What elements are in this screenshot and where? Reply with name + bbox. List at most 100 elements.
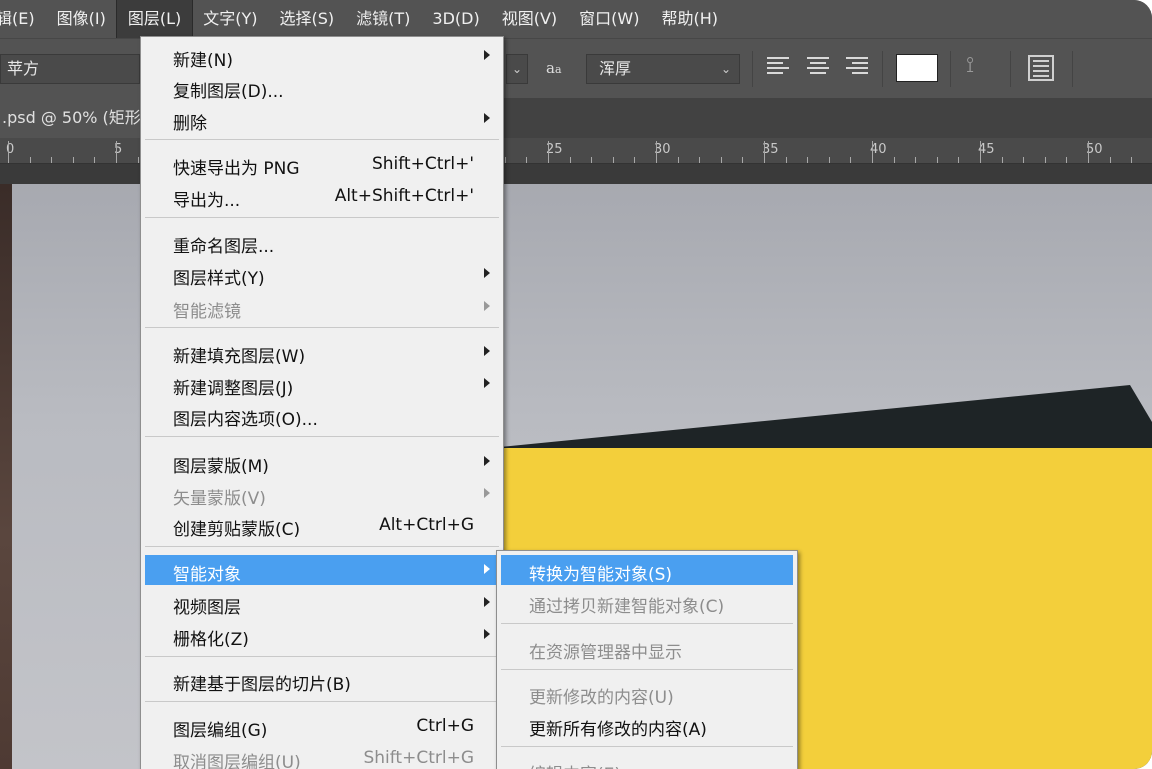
- menu-item-shortcut: Alt+Ctrl+G: [379, 515, 474, 535]
- submenu-arrow-icon: [484, 301, 490, 311]
- ruler-tick: [116, 141, 117, 163]
- menu-item-label: 智能对象: [173, 565, 241, 585]
- menu-item-group-layers[interactable]: 图层编组(G) Ctrl+G: [145, 711, 499, 741]
- divider: [1010, 51, 1011, 87]
- menu-view[interactable]: 视图(V): [491, 0, 568, 38]
- menu-item-label: 新建(N): [173, 51, 233, 71]
- menu-item-smart-object[interactable]: 智能对象: [145, 555, 499, 585]
- menu-type[interactable]: 文字(Y): [192, 0, 268, 38]
- ruler-tick: [505, 157, 506, 163]
- menu-item-label: 视频图层: [173, 598, 241, 618]
- submenu-arrow-icon: [484, 50, 490, 60]
- menu-item-update-modified-content: 更新修改的内容(U): [501, 678, 793, 708]
- menu-filter[interactable]: 滤镜(T): [345, 0, 421, 38]
- menu-item-ungroup-layers: 取消图层编组(U) Shift+Ctrl+G: [145, 743, 499, 769]
- ruler-tick: [570, 157, 571, 163]
- menu-item-rasterize[interactable]: 栅格化(Z): [145, 620, 499, 650]
- align-right-icon[interactable]: [846, 57, 870, 79]
- menu-item-new-smart-object-via-copy: 通过拷贝新建智能对象(C): [501, 587, 793, 617]
- menu-window[interactable]: 窗口(W): [568, 0, 650, 38]
- menu-3d[interactable]: 3D(D): [421, 0, 490, 38]
- menu-image[interactable]: 图像(I): [46, 0, 117, 38]
- ruler-tick: [829, 157, 830, 163]
- menu-item-rename-layer[interactable]: 重命名图层...: [145, 227, 499, 257]
- menu-separator: [501, 746, 793, 748]
- menu-item-shortcut: Shift+Ctrl+': [371, 154, 474, 174]
- ruler-tick: [656, 141, 657, 163]
- menu-item-new-adjustment-layer[interactable]: 新建调整图层(J): [145, 369, 499, 399]
- font-family-select[interactable]: 苹方: [0, 54, 140, 84]
- submenu-arrow-icon: [484, 456, 490, 466]
- menu-item-layer-mask[interactable]: 图层蒙版(M): [145, 447, 499, 477]
- menu-item-shortcut: Ctrl+G: [416, 716, 474, 736]
- align-left-icon[interactable]: [767, 57, 791, 79]
- menu-item-export-as[interactable]: 导出为... Alt+Shift+Ctrl+': [145, 181, 499, 211]
- menu-item-layer-content-options[interactable]: 图层内容选项(O)...: [145, 400, 499, 430]
- menu-separator: [145, 217, 499, 219]
- menu-item-layer-style[interactable]: 图层样式(Y): [145, 259, 499, 289]
- menu-item-video-layers[interactable]: 视频图层: [145, 588, 499, 618]
- menu-item-vector-mask: 矢量蒙版(V): [145, 479, 499, 509]
- ruler-tick: [51, 157, 52, 163]
- ruler-tick: [73, 157, 74, 163]
- menu-item-label: 更新修改的内容(U): [529, 688, 674, 708]
- menu-item-edit-contents: 编辑内容(E): [501, 755, 793, 769]
- menu-item-reveal-in-explorer: 在资源管理器中显示: [501, 633, 793, 663]
- ruler-tick: [94, 157, 95, 163]
- ruler-tick: [764, 141, 765, 163]
- menu-item-duplicate-layer[interactable]: 复制图层(D)...: [145, 72, 499, 102]
- character-panel-icon[interactable]: [1028, 55, 1054, 81]
- menu-separator: [145, 701, 499, 703]
- ruler-tick: [721, 157, 722, 163]
- ruler-tick: [8, 141, 9, 163]
- menu-item-shortcut: Shift+Ctrl+G: [363, 748, 474, 768]
- menu-item-delete[interactable]: 删除: [145, 104, 499, 134]
- menu-item-label: 导出为...: [173, 191, 241, 211]
- menu-item-label: 更新所有修改的内容(A): [529, 720, 707, 740]
- divider: [752, 51, 753, 87]
- document-tab[interactable]: .psd @ 50% (矩形: [0, 98, 150, 138]
- warp-text-icon[interactable]: ⟟: [966, 53, 974, 78]
- menu-item-update-all-modified-content[interactable]: 更新所有修改的内容(A): [501, 710, 793, 740]
- menu-item-label: 栅格化(Z): [173, 630, 249, 650]
- antialias-select[interactable]: 浑厚 ⌄: [586, 54, 740, 84]
- menu-item-convert-to-smart-object[interactable]: 转换为智能对象(S): [501, 555, 793, 585]
- menu-item-new[interactable]: 新建(N): [145, 41, 499, 71]
- menu-item-new-fill-layer[interactable]: 新建填充图层(W): [145, 337, 499, 367]
- ruler-tick: [699, 157, 700, 163]
- menu-item-smart-filter: 智能滤镜: [145, 292, 499, 322]
- menu-item-label: 图层编组(G): [173, 721, 268, 741]
- menu-edit[interactable]: 辑(E): [0, 0, 46, 38]
- menu-item-quick-export-png[interactable]: 快速导出为 PNG Shift+Ctrl+': [145, 149, 499, 179]
- antialias-glyph-small: a: [554, 63, 562, 76]
- menu-item-label: 矢量蒙版(V): [173, 489, 266, 509]
- ruler-tick: [1131, 157, 1132, 163]
- menu-item-create-clipping-mask[interactable]: 创建剪贴蒙版(C) Alt+Ctrl+G: [145, 510, 499, 540]
- menu-select[interactable]: 选择(S): [269, 0, 346, 38]
- smart-object-submenu: 转换为智能对象(S) 通过拷贝新建智能对象(C) 在资源管理器中显示 更新修改的…: [496, 550, 798, 769]
- menu-item-new-layer-based-slice[interactable]: 新建基于图层的切片(B): [145, 665, 499, 695]
- menu-separator: [145, 327, 499, 329]
- menu-bar: 辑(E) 图像(I) 图层(L) 文字(Y) 选择(S) 滤镜(T) 3D(D)…: [0, 0, 1152, 39]
- ruler-tick: [1023, 157, 1024, 163]
- menu-item-label: 新建调整图层(J): [173, 379, 294, 399]
- divider: [1072, 51, 1073, 87]
- font-size-dropdown-arrow[interactable]: ⌄: [506, 54, 528, 84]
- menu-layer[interactable]: 图层(L): [115, 0, 194, 39]
- ruler-tick: [872, 141, 873, 163]
- menu-help[interactable]: 帮助(H): [650, 0, 729, 38]
- align-center-icon[interactable]: [807, 57, 831, 79]
- submenu-arrow-icon: [484, 629, 490, 639]
- ruler-tick: [1088, 141, 1089, 163]
- ruler-tick: [526, 157, 527, 163]
- text-color-swatch[interactable]: [896, 54, 938, 82]
- menu-item-label: 编辑内容(E): [529, 760, 621, 769]
- ruler-tick: [613, 157, 614, 163]
- ruler-tick: [786, 157, 787, 163]
- submenu-arrow-icon: [484, 346, 490, 356]
- menu-separator: [501, 669, 793, 671]
- menu-item-label: 创建剪贴蒙版(C): [173, 520, 301, 540]
- menu-item-label: 转换为智能对象(S): [529, 565, 673, 585]
- photoshop-window: 辑(E) 图像(I) 图层(L) 文字(Y) 选择(S) 滤镜(T) 3D(D)…: [0, 0, 1152, 769]
- divider: [882, 51, 883, 87]
